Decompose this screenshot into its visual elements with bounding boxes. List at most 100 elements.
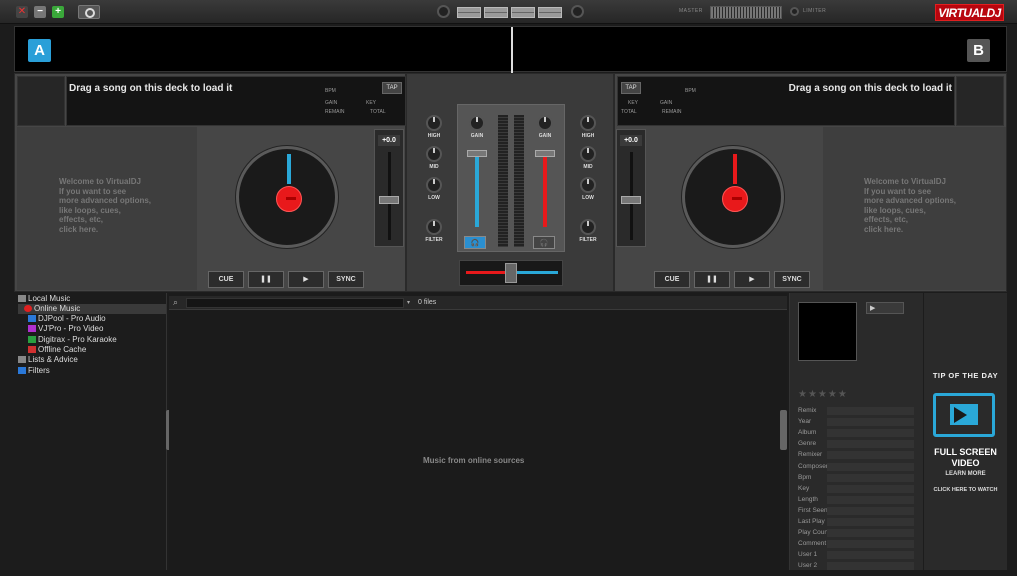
deck-b-pitch-slider[interactable]: +0.0 [616, 129, 646, 247]
deck-a-high-knob[interactable] [426, 115, 442, 131]
info-field[interactable]: User 2 [798, 561, 915, 571]
info-field[interactable]: Album [798, 428, 915, 438]
deck-b-info[interactable]: TAP BPM KEY GAIN TOTAL REMAIN Drag a son… [617, 76, 955, 126]
info-field[interactable]: Remix [798, 406, 915, 415]
deck-b-high-knob[interactable] [580, 115, 596, 131]
info-field-value[interactable] [827, 506, 914, 515]
deck-a-gain-knob[interactable] [469, 115, 485, 131]
deck-b-tap-button[interactable]: TAP [621, 82, 641, 94]
tip-panel[interactable]: TIP OF THE DAY FULL SCREEN VIDEO LEARN M… [924, 293, 1007, 570]
info-field-value[interactable] [827, 473, 914, 482]
deck-b-welcome-panel[interactable]: Welcome to VirtualDJ If you want to see … [823, 127, 1006, 290]
deck-a-volume-fader[interactable] [467, 150, 487, 157]
info-field-value[interactable] [827, 429, 914, 438]
search-input[interactable] [186, 298, 404, 308]
info-field[interactable]: Length [798, 495, 915, 504]
rating-stars[interactable]: ★★★★★ [798, 389, 848, 400]
deck-b-filter-knob[interactable] [580, 219, 596, 235]
deck-a-jogwheel[interactable] [236, 146, 338, 248]
deck-b-sync-button[interactable]: SYNC [774, 271, 810, 288]
sampler-slot-2[interactable] [484, 7, 508, 18]
info-field-value[interactable] [827, 529, 914, 538]
info-field-value[interactable] [827, 462, 914, 471]
info-field[interactable]: Last Play [798, 517, 915, 526]
info-field-value[interactable] [827, 495, 914, 504]
deck-b-song-title: Drag a song on this deck to load it [788, 83, 952, 94]
deck-a-cue-button[interactable]: CUE [208, 271, 244, 288]
deck-a-mid-knob[interactable] [426, 146, 442, 162]
deck-a-pause-button[interactable]: ❚❚ [248, 271, 284, 288]
info-field-value[interactable] [827, 418, 914, 427]
deck-a-play-button[interactable]: ▶ [288, 271, 324, 288]
search-dropdown-icon[interactable]: ▾ [407, 299, 410, 306]
folder-digitrax[interactable]: Digitrax - Pro Karaoke [28, 335, 117, 345]
info-field-value[interactable] [827, 540, 914, 549]
minimize-button[interactable]: − [34, 6, 46, 18]
folder-offline-cache[interactable]: Offline Cache [28, 345, 86, 355]
deck-a-pitch-slider[interactable]: +0.0 [374, 129, 404, 247]
limiter-toggle[interactable] [790, 7, 799, 16]
deck-a-pitch-handle[interactable] [379, 196, 399, 204]
sampler-slot-1[interactable] [457, 7, 481, 18]
close-button[interactable]: ✕ [16, 6, 28, 18]
deck-a-tap-button[interactable]: TAP [382, 82, 402, 94]
maximize-button[interactable]: + [52, 6, 64, 18]
sampler-slot-4[interactable] [538, 7, 562, 18]
deck-a-welcome-text[interactable]: Welcome to VirtualDJ If you want to see … [59, 177, 151, 234]
play-icon[interactable]: ▶ [870, 304, 875, 312]
deck-b-cue-button[interactable]: CUE [654, 271, 690, 288]
deck-b-mid-knob[interactable] [580, 146, 596, 162]
deck-a-info[interactable]: Drag a song on this deck to load it BPM … [66, 76, 406, 126]
deck-a-low-knob[interactable] [426, 177, 442, 193]
info-field-value[interactable] [827, 407, 914, 415]
folder-online-music[interactable]: Online Music [18, 304, 166, 314]
info-field[interactable]: Key [798, 484, 915, 493]
info-field[interactable]: Composer [798, 462, 915, 471]
tip-learn-more[interactable]: LEARN MORE [924, 471, 1007, 477]
folder-lists-advice[interactable]: Lists & Advice [18, 355, 78, 365]
deck-b-headphone-button[interactable]: 🎧 [533, 236, 555, 249]
deck-a-jog-marker [287, 154, 291, 184]
info-field-value[interactable] [827, 551, 914, 560]
info-field[interactable]: Comment [798, 539, 915, 549]
folder-local-music[interactable]: Local Music [18, 294, 70, 304]
deck-b-master-knob[interactable] [571, 5, 584, 18]
info-field[interactable]: First Seen [798, 506, 915, 515]
deck-b-jogwheel[interactable] [682, 146, 784, 248]
crossfader-handle[interactable] [505, 263, 517, 283]
deck-b-low-knob[interactable] [580, 177, 596, 193]
sampler-slot-3[interactable] [511, 7, 535, 18]
info-field-value[interactable] [827, 562, 914, 571]
deck-a-filter-knob[interactable] [426, 219, 442, 235]
settings-button[interactable] [78, 5, 100, 19]
waveform-display[interactable]: A B [14, 26, 1007, 73]
info-field[interactable]: Genre [798, 439, 915, 449]
deck-b-gain-knob[interactable] [537, 115, 553, 131]
info-field-value[interactable] [827, 451, 914, 460]
tip-click-to-watch[interactable]: CLICK HERE TO WATCH [924, 487, 1007, 493]
info-collapse-handle[interactable] [780, 410, 787, 450]
deck-b-pause-button[interactable]: ❚❚ [694, 271, 730, 288]
info-field[interactable]: Remixer [798, 450, 915, 460]
info-field[interactable]: User 1 [798, 550, 915, 560]
crossfader[interactable] [459, 260, 563, 286]
info-field-value[interactable] [827, 484, 914, 493]
tip-title: TIP OF THE DAY [932, 371, 999, 380]
deck-b-play-button[interactable]: ▶ [734, 271, 770, 288]
deck-b-pitch-handle[interactable] [621, 196, 641, 204]
deck-a-welcome-panel[interactable]: Welcome to VirtualDJ If you want to see … [17, 127, 197, 290]
folder-djpool[interactable]: DJPool - Pro Audio [28, 314, 106, 324]
info-field[interactable]: Bpm [798, 473, 915, 482]
deck-a-sync-button[interactable]: SYNC [328, 271, 364, 288]
info-field[interactable]: Year [798, 417, 915, 427]
info-field-value[interactable] [827, 440, 914, 449]
folder-filters[interactable]: Filters [18, 366, 50, 376]
deck-b-volume-fader[interactable] [535, 150, 555, 157]
info-field-value[interactable] [827, 518, 914, 526]
deck-a-master-knob[interactable] [437, 5, 450, 18]
folder-vjpro[interactable]: VJ'Pro - Pro Video [28, 324, 103, 334]
deck-b-welcome-text[interactable]: Welcome to VirtualDJ If you want to see … [864, 177, 956, 234]
deck-a-headphone-button[interactable]: 🎧 [464, 236, 486, 249]
info-field[interactable]: Play Count [798, 528, 915, 538]
preview-player[interactable]: ▶ [866, 302, 904, 314]
